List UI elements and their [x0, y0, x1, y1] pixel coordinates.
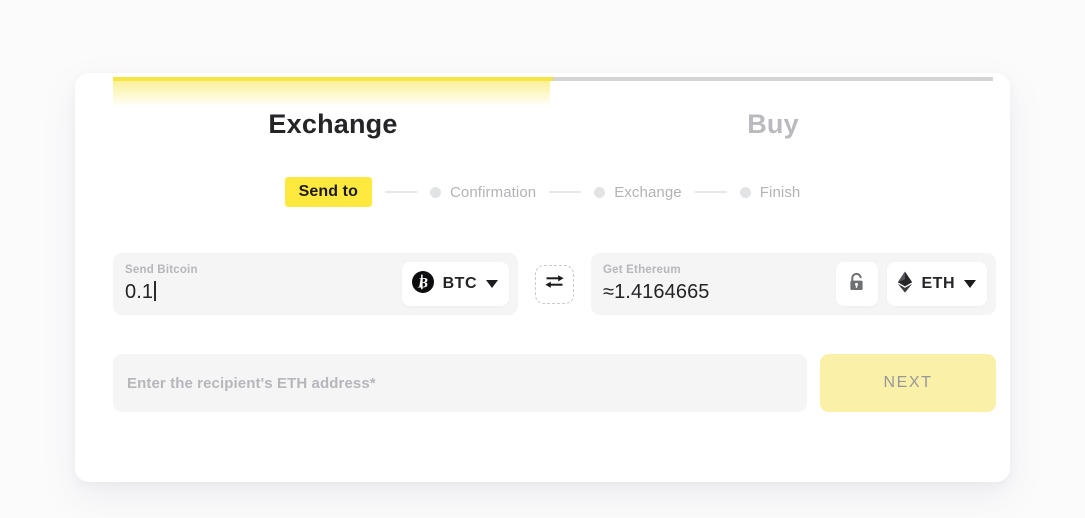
get-amount-value: ≈1.4164665 [603, 281, 710, 303]
tab-exchange[interactable]: Exchange [113, 106, 553, 142]
swap-arrows-icon [545, 273, 564, 295]
send-amount-value[interactable]: 0.1 [125, 280, 153, 304]
bitcoin-icon: B [411, 270, 434, 298]
ethereum-icon [897, 271, 913, 298]
top-progress-bar [113, 77, 993, 81]
send-field-texts: Send Bitcoin 0.1 [125, 264, 402, 304]
send-value-wrap: 0.1 [125, 280, 402, 304]
exchange-card: Exchange Buy Send to Confirmation Exchan… [75, 73, 1010, 482]
step-finish: Finish [739, 183, 801, 201]
step-exchange-label: Exchange [614, 183, 682, 201]
address-row: NEXT [113, 354, 996, 412]
send-field-label: Send Bitcoin [125, 264, 198, 276]
step-confirmation: Confirmation [429, 183, 537, 201]
next-button[interactable]: NEXT [820, 354, 996, 412]
get-amount-box: Get Ethereum ≈1.4164665 ETH [591, 253, 996, 315]
send-amount-box[interactable]: Send Bitcoin 0.1 B BTC [113, 253, 518, 315]
step-exchange: Exchange [594, 184, 682, 201]
padlock-icon [848, 272, 865, 297]
exchange-row: Send Bitcoin 0.1 B BTC Get Ethereum ≈1.4… [113, 253, 996, 315]
step-confirmation-label: Confirmation [449, 183, 537, 201]
step-indicator: Send to Confirmation Exchange Finish [75, 177, 1010, 207]
progress-segment-active [113, 77, 553, 81]
recipient-address-input[interactable] [113, 354, 807, 412]
get-currency-code: ETH [921, 275, 955, 292]
text-cursor [154, 281, 156, 301]
send-currency-code: BTC [442, 275, 477, 292]
send-currency-selector[interactable]: B BTC [401, 262, 509, 306]
get-currency-selector[interactable]: ETH [886, 262, 987, 306]
mode-tabs: Exchange Buy [113, 106, 993, 142]
step-connector [549, 191, 582, 193]
tab-buy[interactable]: Buy [553, 106, 993, 142]
progress-segment-inactive [553, 77, 993, 81]
chevron-down-icon [964, 280, 976, 288]
step-dot-icon [739, 186, 751, 198]
progress-glow [113, 81, 550, 107]
step-dot-icon [594, 186, 606, 198]
app-root: Exchange Buy Send to Confirmation Exchan… [0, 0, 1085, 518]
step-connector [384, 191, 417, 193]
step-connector [694, 191, 727, 193]
step-finish-label: Finish [759, 183, 801, 201]
step-send-to-label: Send to [284, 177, 372, 207]
step-dot-icon [429, 186, 441, 198]
swap-currencies-button[interactable] [535, 264, 574, 304]
chevron-down-icon [486, 280, 498, 288]
get-field-texts: Get Ethereum ≈1.4164665 [603, 264, 836, 304]
get-field-label: Get Ethereum [603, 264, 681, 276]
step-send-to[interactable]: Send to [284, 177, 372, 207]
rate-lock-button[interactable] [835, 262, 878, 306]
